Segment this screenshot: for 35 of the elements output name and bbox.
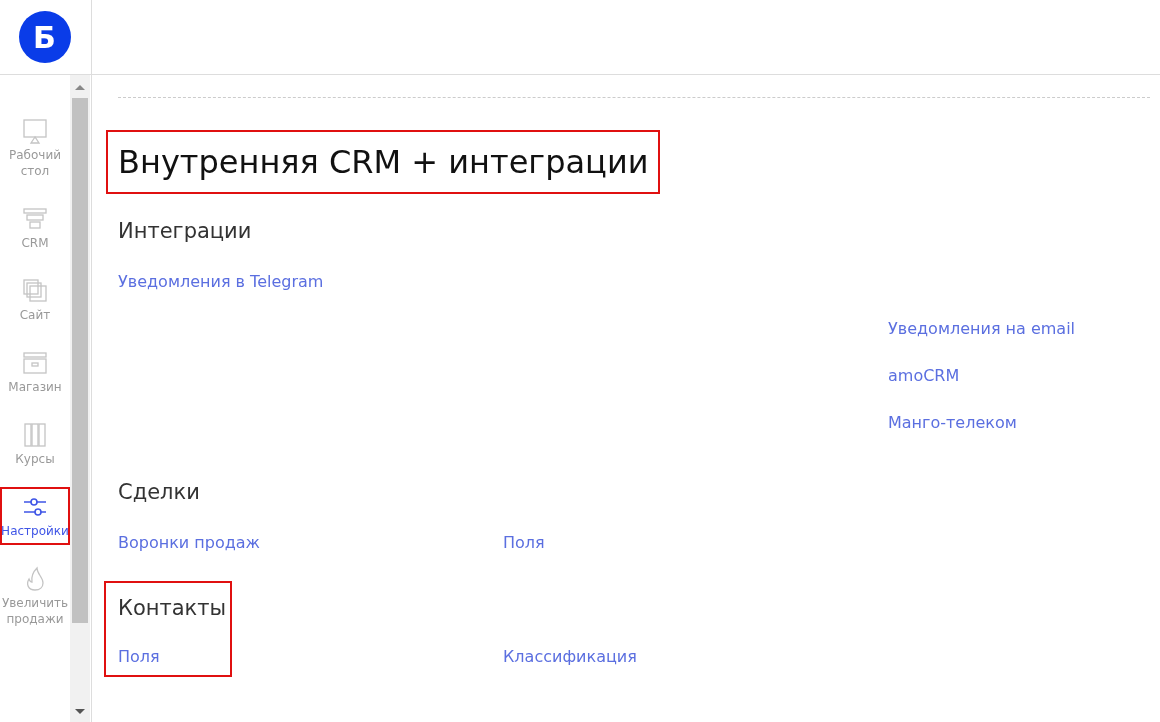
nav-label: CRM xyxy=(21,235,49,251)
nav-item[interactable]: Рабочий стол xyxy=(0,111,70,185)
settings-link[interactable]: Воронки продаж xyxy=(118,533,260,552)
books-icon xyxy=(21,421,49,449)
page-title: Внутренняя CRM + интеграции xyxy=(106,130,661,194)
nav-label: Сайт xyxy=(19,307,51,323)
nav-label: Курсы xyxy=(15,451,55,467)
settings-link[interactable]: Уведомления в Telegram xyxy=(118,272,324,291)
section-heading: Контакты xyxy=(118,595,228,622)
drawer-icon xyxy=(21,349,49,377)
logo[interactable]: Б xyxy=(18,11,71,63)
nav-item[interactable]: Настройки xyxy=(0,487,70,545)
scroll-up-icon[interactable] xyxy=(75,85,85,90)
pages-icon xyxy=(21,277,49,305)
section-heading: Сделки xyxy=(118,479,201,506)
scrollbar[interactable] xyxy=(70,75,90,722)
nav-item[interactable]: Курсы xyxy=(0,415,70,473)
settings-link[interactable]: Классификация xyxy=(503,647,637,666)
scrollbar-thumb[interactable] xyxy=(72,98,88,623)
nav-label: Рабочий стол xyxy=(8,147,62,179)
nav-label: Магазин xyxy=(8,379,62,395)
nav-item[interactable]: Увеличить продажи xyxy=(0,559,70,633)
scroll-down-icon[interactable] xyxy=(75,709,85,714)
settings-link[interactable]: amoCRM xyxy=(888,366,960,385)
nav-label: Настройки xyxy=(1,523,69,539)
nav-item[interactable]: Магазин xyxy=(0,343,70,401)
settings-link[interactable]: Поля xyxy=(503,533,545,552)
nav-item[interactable]: Сайт xyxy=(0,271,70,329)
settings-link[interactable]: Поля xyxy=(118,647,160,666)
nav-item[interactable]: CRM xyxy=(0,199,70,257)
settings-link[interactable]: Уведомления на email xyxy=(888,319,1076,338)
section-heading: Интеграции xyxy=(118,218,253,245)
nav-label: Увеличить продажи xyxy=(1,595,69,627)
monitor-icon xyxy=(21,117,49,145)
settings-link[interactable]: Манго-телеком xyxy=(888,413,1017,432)
